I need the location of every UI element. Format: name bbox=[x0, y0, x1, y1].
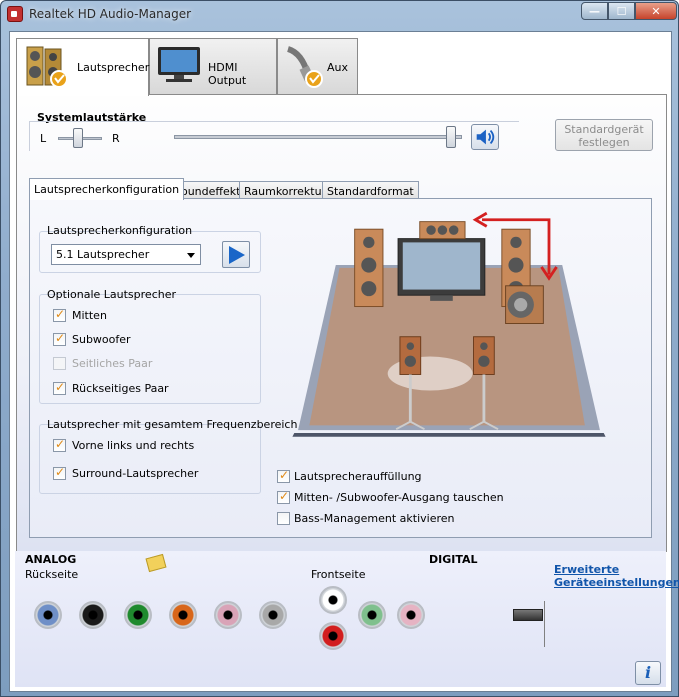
speaker-volume-icon bbox=[476, 129, 495, 145]
checkbox-seitliches-paar bbox=[53, 357, 66, 370]
digital-label: DIGITAL bbox=[429, 553, 478, 566]
hdmi-port-icon[interactable] bbox=[513, 609, 543, 621]
checkbox-mitten-subwoofer-tauschen[interactable] bbox=[277, 489, 290, 504]
info-button[interactable]: i bbox=[635, 661, 661, 685]
divider bbox=[544, 601, 545, 647]
tab-label: HDMI Output bbox=[208, 61, 247, 87]
tab-aux[interactable]: Aux bbox=[277, 38, 358, 94]
front-jack-pink[interactable] bbox=[397, 601, 425, 629]
checkbox-label: Lautsprecherauffüllung bbox=[294, 470, 422, 483]
play-test-button[interactable] bbox=[222, 241, 250, 268]
optional-speakers-title: Optionale Lautsprecher bbox=[47, 288, 176, 301]
window-title: Realtek HD Audio-Manager bbox=[29, 7, 192, 21]
checkbox-subwoofer[interactable] bbox=[53, 331, 66, 346]
balance-right-label: R bbox=[112, 132, 120, 145]
checkbox-label: Rückseitiges Paar bbox=[72, 382, 169, 395]
speaker-icon bbox=[26, 46, 68, 88]
tv-icon bbox=[158, 47, 200, 82]
fullrange-group bbox=[39, 424, 261, 494]
app-window: Realtek HD Audio-Manager — ☐ ✕ Lautsprec… bbox=[0, 0, 679, 697]
checkbox-rueckseitiges-paar[interactable] bbox=[53, 380, 66, 395]
tv-center-icon bbox=[397, 238, 486, 301]
tab-raumkorrektur[interactable]: Raumkorrektur bbox=[239, 181, 332, 199]
balance-left-label: L bbox=[40, 132, 47, 145]
front-jack-red[interactable] bbox=[319, 622, 347, 650]
speaker-config-select[interactable]: 5.1 Lautsprecher bbox=[51, 244, 201, 265]
rear-jack-green[interactable] bbox=[124, 601, 152, 629]
checkbox-bass-management[interactable] bbox=[277, 512, 290, 525]
checkbox-label: Vorne links und rechts bbox=[72, 439, 195, 452]
aux-cable-icon bbox=[286, 46, 323, 88]
tab-lautsprecherkonfiguration[interactable]: Lautsprecherkonfiguration bbox=[29, 178, 185, 200]
checkbox-lautsprecherauffuellung[interactable] bbox=[277, 468, 290, 483]
config-group-title: Lautsprecherkonfiguration bbox=[47, 224, 193, 237]
mute-button[interactable] bbox=[471, 124, 499, 150]
front-label: Frontseite bbox=[311, 568, 366, 581]
set-default-device-button[interactable]: Standardgerät festlegen bbox=[555, 119, 653, 151]
realtek-app-icon bbox=[7, 6, 23, 22]
close-button[interactable]: ✕ bbox=[635, 2, 677, 20]
rear-label: Rückseite bbox=[25, 568, 79, 581]
minimize-button[interactable]: — bbox=[581, 2, 608, 20]
maximize-button[interactable]: ☐ bbox=[608, 2, 635, 20]
checkbox-label: Mitten bbox=[72, 309, 107, 322]
master-volume-thumb[interactable] bbox=[446, 126, 456, 148]
front-jack-white[interactable] bbox=[319, 586, 347, 614]
rear-jack-pink[interactable] bbox=[214, 601, 242, 629]
tab-label: Aux bbox=[327, 61, 349, 74]
front-jack-green[interactable] bbox=[358, 601, 386, 629]
advanced-settings-link[interactable]: Erweiterte Geräteeinstellungen bbox=[554, 563, 679, 589]
chevron-down-icon bbox=[187, 253, 195, 258]
rear-jack-blue[interactable] bbox=[34, 601, 62, 629]
speaker-room-visualization[interactable] bbox=[279, 199, 619, 449]
tab-lautsprecher[interactable]: Lautsprecher bbox=[16, 38, 149, 96]
checkbox-label: Bass-Management aktivieren bbox=[294, 512, 455, 525]
rear-jack-black[interactable] bbox=[79, 601, 107, 629]
tab-label: Lautsprecher bbox=[77, 61, 150, 74]
analog-label: ANALOG bbox=[25, 553, 77, 566]
center-speaker-icon[interactable] bbox=[419, 221, 466, 240]
fullrange-title: Lautsprecher mit gesamtem Frequenzbereic… bbox=[47, 418, 298, 431]
tab-standardformat[interactable]: Standardformat bbox=[322, 181, 419, 199]
subwoofer-icon[interactable] bbox=[505, 285, 544, 324]
master-volume-track[interactable] bbox=[174, 135, 462, 139]
checkbox-vorne-links-rechts[interactable] bbox=[53, 437, 66, 452]
checkbox-surround[interactable] bbox=[53, 465, 66, 480]
title-bar[interactable]: Realtek HD Audio-Manager — ☐ ✕ bbox=[1, 1, 678, 27]
tab-hdmi-output[interactable]: HDMI Output bbox=[149, 38, 277, 94]
checkbox-label: Mitten- /Subwoofer-Ausgang tauschen bbox=[294, 491, 504, 504]
checkbox-label: Seitliches Paar bbox=[72, 357, 153, 370]
checkbox-label: Subwoofer bbox=[72, 333, 131, 346]
balance-slider-thumb[interactable] bbox=[73, 128, 83, 148]
checkbox-label: Surround-Lautsprecher bbox=[72, 467, 199, 480]
rear-jack-gray[interactable] bbox=[259, 601, 287, 629]
rear-jack-orange[interactable] bbox=[169, 601, 197, 629]
speaker-config-value: 5.1 Lautsprecher bbox=[56, 248, 150, 261]
checkbox-mitten[interactable] bbox=[53, 307, 66, 322]
front-left-speaker-icon[interactable] bbox=[354, 228, 384, 308]
